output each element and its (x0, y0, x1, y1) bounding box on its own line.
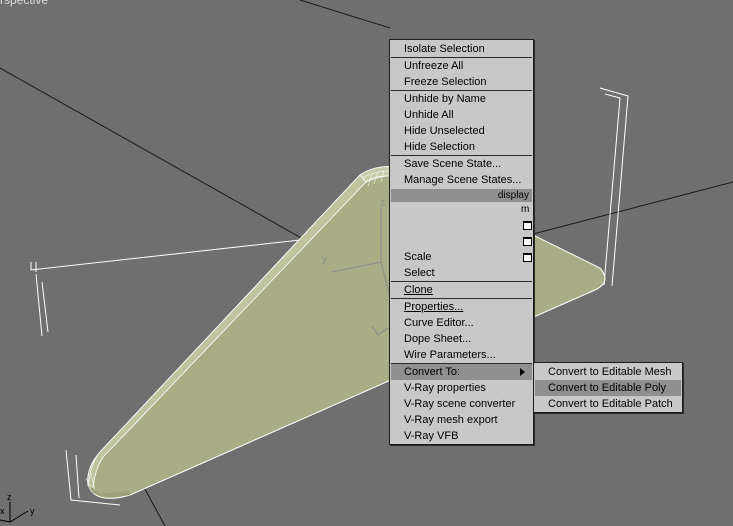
menu-item-curve-editor[interactable]: Curve Editor... (391, 315, 532, 331)
menu-item-freeze-selection[interactable]: Freeze Selection (391, 74, 532, 90)
menu-item-hide-selection[interactable]: Hide Selection (391, 139, 532, 155)
menu-item-vray-properties[interactable]: V-Ray properties (391, 380, 532, 396)
axis-x-label: x (0, 506, 5, 516)
convert-to-submenu: Convert to Editable Mesh Convert to Edit… (533, 362, 683, 413)
quad-header-display: display (391, 189, 532, 202)
scene-canvas[interactable]: z y z y x (0, 0, 733, 526)
menu-item-save-scene-state[interactable]: Save Scene State... (391, 156, 532, 172)
axis-y-label: y (30, 506, 35, 516)
menu-item-vray-mesh-export[interactable]: V-Ray mesh export (391, 412, 532, 428)
menu-item-vray-vfb[interactable]: V-Ray VFB (391, 428, 532, 444)
menu-item-select[interactable]: Select (391, 265, 532, 281)
submenu-item-editable-patch[interactable]: Convert to Editable Patch (535, 396, 681, 412)
submenu-item-editable-mesh[interactable]: Convert to Editable Mesh (535, 364, 681, 380)
menu-item-dope-sheet[interactable]: Dope Sheet... (391, 331, 532, 347)
menu-item-unfreeze-all[interactable]: Unfreeze All (391, 58, 532, 74)
menu-item-vray-scene-converter[interactable]: V-Ray scene converter (391, 396, 532, 412)
gizmo-y-label: y (322, 254, 327, 265)
gizmo-z-label: z (380, 198, 385, 209)
quad-menu: Isolate Selection Unfreeze All Freeze Se… (389, 39, 534, 445)
submenu-arrow-icon (520, 368, 525, 376)
quad-tag: m (521, 204, 530, 215)
convert-to-label: Convert To: (404, 366, 461, 378)
window-icon[interactable] (523, 221, 532, 230)
menu-item-scale[interactable]: Scale (391, 249, 532, 265)
menu-item-manage-scene-states[interactable]: Manage Scene States... (391, 172, 532, 188)
menu-item-unhide-by-name[interactable]: Unhide by Name (391, 91, 532, 107)
menu-item-clone[interactable]: Clone (391, 282, 532, 298)
submenu-item-editable-poly[interactable]: Convert to Editable Poly (535, 380, 681, 396)
menu-item-unhide-all[interactable]: Unhide All (391, 107, 532, 123)
menu-item-properties[interactable]: Properties... (391, 299, 532, 315)
menu-item-wire-parameters[interactable]: Wire Parameters... (391, 347, 532, 363)
axis-z-label: z (7, 492, 12, 502)
menu-item-isolate-selection[interactable]: Isolate Selection (391, 41, 532, 57)
menu-item-hide-unselected[interactable]: Hide Unselected (391, 123, 532, 139)
perspective-viewport[interactable]: z y z y x rspective (0, 0, 733, 526)
menu-item-convert-to[interactable]: Convert To: (391, 364, 532, 380)
window-icon[interactable] (523, 237, 532, 246)
viewport-label[interactable]: rspective (0, 0, 48, 7)
axis-tripod: z y x (0, 492, 35, 523)
